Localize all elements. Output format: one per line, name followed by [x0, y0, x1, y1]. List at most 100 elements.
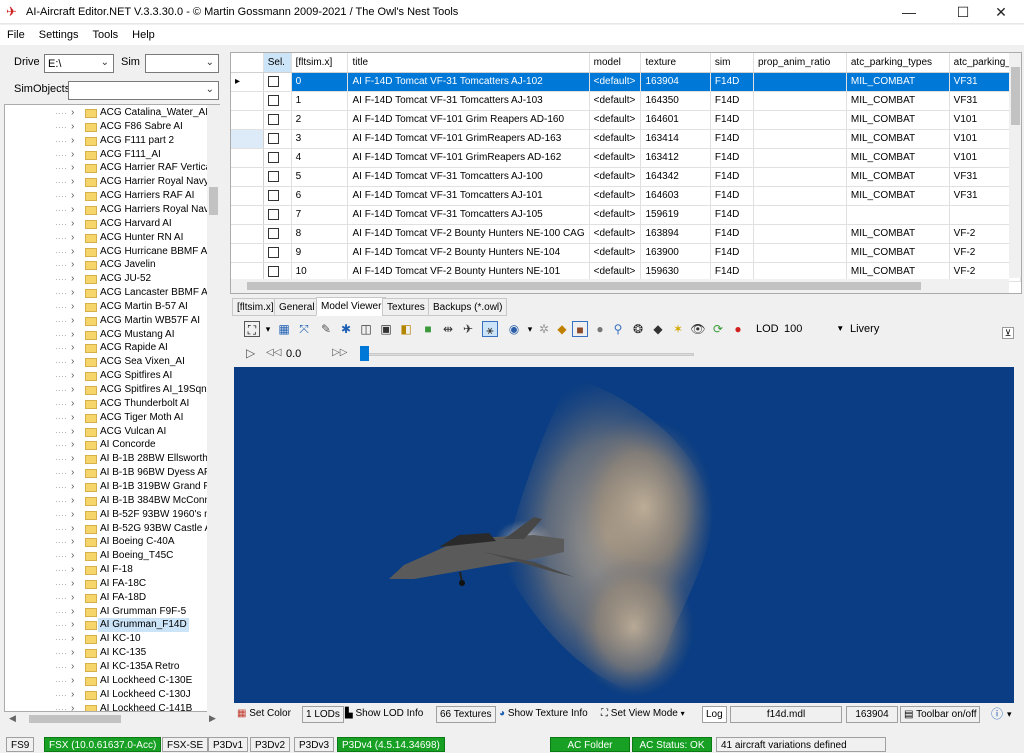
bones-icon[interactable]: ✱	[338, 321, 354, 337]
scrollbar-thumb[interactable]	[29, 715, 121, 723]
table-row[interactable]: 5 AI F-14D Tomcat VF-31 Tomcatters AJ-100…	[231, 167, 1021, 187]
chevron-right-icon[interactable]: ›	[71, 618, 74, 632]
table-cell[interactable]: 163412	[640, 148, 711, 168]
table-cell[interactable]: AI F-14D Tomcat VF-31 Tomcatters AJ-105	[347, 205, 590, 225]
chevron-right-icon[interactable]: ›	[71, 411, 74, 425]
tree-horizontal-scrollbar[interactable]: ◀ ▶	[5, 712, 220, 726]
tree-item[interactable]: ···· › ACG Thunderbolt AI	[5, 397, 208, 411]
ac-folder-button[interactable]: AC Folder	[550, 737, 630, 752]
tree-item[interactable]: ···· › AI FA-18C	[5, 577, 208, 591]
select-cell[interactable]	[263, 110, 292, 130]
table-cell[interactable]: AI F-14D Tomcat VF-31 Tomcatters AJ-103	[347, 91, 590, 111]
row-checkbox[interactable]	[267, 227, 279, 239]
tree-item[interactable]: ···· › AI KC-135A Retro	[5, 660, 208, 674]
tree-item[interactable]: ···· › AI B-1B 319BW Grand For	[5, 480, 218, 494]
chevron-right-icon[interactable]: ›	[71, 217, 74, 231]
table-cell[interactable]	[753, 167, 847, 187]
chevron-right-icon[interactable]: ›	[71, 688, 74, 702]
chevron-right-icon[interactable]: ›	[71, 341, 74, 355]
table-cell[interactable]	[753, 205, 847, 225]
tree-item[interactable]: ···· › ACG Harriers RAF AI	[5, 189, 208, 203]
row-checkbox[interactable]	[267, 75, 279, 87]
table-cell[interactable]	[753, 91, 847, 111]
tree-item[interactable]: ···· › ACG Tiger Moth AI	[5, 411, 208, 425]
tree-item[interactable]: ···· › ACG Mustang AI	[5, 328, 208, 342]
tree-item[interactable]: ···· › AI Lockheed C-141B	[5, 702, 208, 711]
chevron-right-icon[interactable]: ›	[71, 452, 74, 466]
table-cell[interactable]: MIL_COMBAT	[846, 91, 950, 111]
table-cell[interactable]: AI F-14D Tomcat VF-101 GrimReapers AD-16…	[347, 148, 590, 168]
set-color-button[interactable]: ▦ Set Color	[234, 706, 294, 723]
row-checkbox[interactable]	[267, 208, 279, 220]
tree-item[interactable]: ···· › ACG Catalina_Water_AI	[5, 106, 208, 120]
table-cell[interactable]: F14D	[710, 167, 754, 187]
tab-general[interactable]: General	[274, 298, 320, 316]
eye-icon[interactable]: 👁	[690, 321, 706, 337]
table-cell[interactable]: 164350	[640, 91, 711, 111]
table-cell[interactable]: AI F-14D Tomcat VF-2 Bounty Hunters NE-1…	[347, 224, 590, 244]
table-cell[interactable]: F14D	[710, 186, 754, 206]
table-cell[interactable]: F14D	[710, 205, 754, 225]
tab-fltsim[interactable]: [fltsim.x]	[232, 298, 279, 316]
row-checkbox[interactable]	[267, 265, 279, 277]
shadow-icon[interactable]: ◆	[650, 321, 666, 337]
tree-item[interactable]: ···· › AI KC-135	[5, 646, 208, 660]
select-cell[interactable]	[263, 72, 292, 92]
toolbar-overflow-button[interactable]: ⊻	[1002, 327, 1014, 339]
table-cell[interactable]: 163900	[640, 243, 711, 263]
chevron-right-icon[interactable]: ›	[71, 355, 74, 369]
chevron-right-icon[interactable]: ›	[71, 272, 74, 286]
tree-item[interactable]: ···· › ACG Rapide AI	[5, 341, 208, 355]
texture-icon[interactable]: ◧	[398, 321, 414, 337]
chevron-right-icon[interactable]: ›	[71, 702, 74, 711]
toolbar-toggle-button[interactable]: ▤ Toolbar on/off	[900, 706, 981, 723]
row-header[interactable]	[231, 224, 264, 244]
column-header[interactable]: sim	[710, 53, 754, 73]
chevron-right-icon[interactable]: ›	[71, 161, 74, 175]
table-cell[interactable]: AI F-14D Tomcat VF-2 Bounty Hunters NE-1…	[347, 243, 590, 263]
row-header[interactable]	[231, 167, 264, 187]
table-cell[interactable]: <default>	[589, 148, 642, 168]
column-header[interactable]: title	[347, 53, 590, 73]
camera-icon[interactable]: ◉	[506, 321, 522, 337]
table-cell[interactable]: MIL_COMBAT	[846, 110, 950, 130]
table-cell[interactable]: 164603	[640, 186, 711, 206]
sim-p3dv1[interactable]: P3Dv1	[208, 737, 249, 752]
chevron-right-icon[interactable]: ›	[71, 120, 74, 134]
minimize-button[interactable]: —	[886, 0, 932, 24]
menu-file[interactable]: File	[0, 25, 32, 41]
chevron-right-icon[interactable]: ›	[71, 328, 74, 342]
table-cell[interactable]: <default>	[589, 167, 642, 187]
chevron-right-icon[interactable]: ›	[71, 106, 74, 120]
tree-item[interactable]: ···· › AI Grumman F9F-5	[5, 605, 208, 619]
row-header[interactable]	[231, 243, 264, 263]
chevron-right-icon[interactable]: ›	[71, 148, 74, 162]
grid-vertical-scrollbar[interactable]	[1009, 53, 1021, 278]
select-cell[interactable]	[263, 148, 292, 168]
select-cell[interactable]	[263, 186, 292, 206]
chevron-right-icon[interactable]: ›	[71, 314, 74, 328]
tree-item[interactable]: ···· › AI Grumman_F14D	[5, 618, 208, 633]
sim-p3dv3[interactable]: P3Dv3	[294, 737, 335, 752]
tree-item[interactable]: ···· › AI Lockheed C-130E	[5, 674, 208, 688]
table-cell[interactable]: 7	[291, 205, 349, 225]
table-cell[interactable]: MIL_COMBAT	[846, 243, 950, 263]
row-header[interactable]	[231, 205, 264, 225]
chevron-right-icon[interactable]: ›	[71, 563, 74, 577]
rewind-icon[interactable]: ◁◁	[266, 347, 281, 358]
tree-item[interactable]: ···· › ACG Martin WB57F AI	[5, 314, 208, 328]
show-lod-info-button[interactable]: ▙ Show LOD Info	[342, 706, 426, 723]
lights-icon[interactable]: ✶	[670, 321, 686, 337]
table-cell[interactable]: 0	[291, 72, 349, 92]
sphere-icon[interactable]: ●	[592, 321, 608, 337]
tree-item[interactable]: ···· › ACG Sea Vixen_AI	[5, 355, 208, 369]
table-cell[interactable]: F14D	[710, 129, 754, 149]
tree-vertical-scrollbar[interactable]	[207, 105, 220, 712]
chevron-right-icon[interactable]: ›	[71, 508, 74, 522]
table-cell[interactable]	[753, 224, 847, 244]
select-cell[interactable]	[263, 243, 292, 263]
box-icon[interactable]: ◫	[358, 321, 374, 337]
table-cell[interactable]	[753, 148, 847, 168]
chevron-right-icon[interactable]: ›	[71, 134, 74, 148]
drive-select[interactable]: E:\ ⌄	[44, 54, 114, 73]
